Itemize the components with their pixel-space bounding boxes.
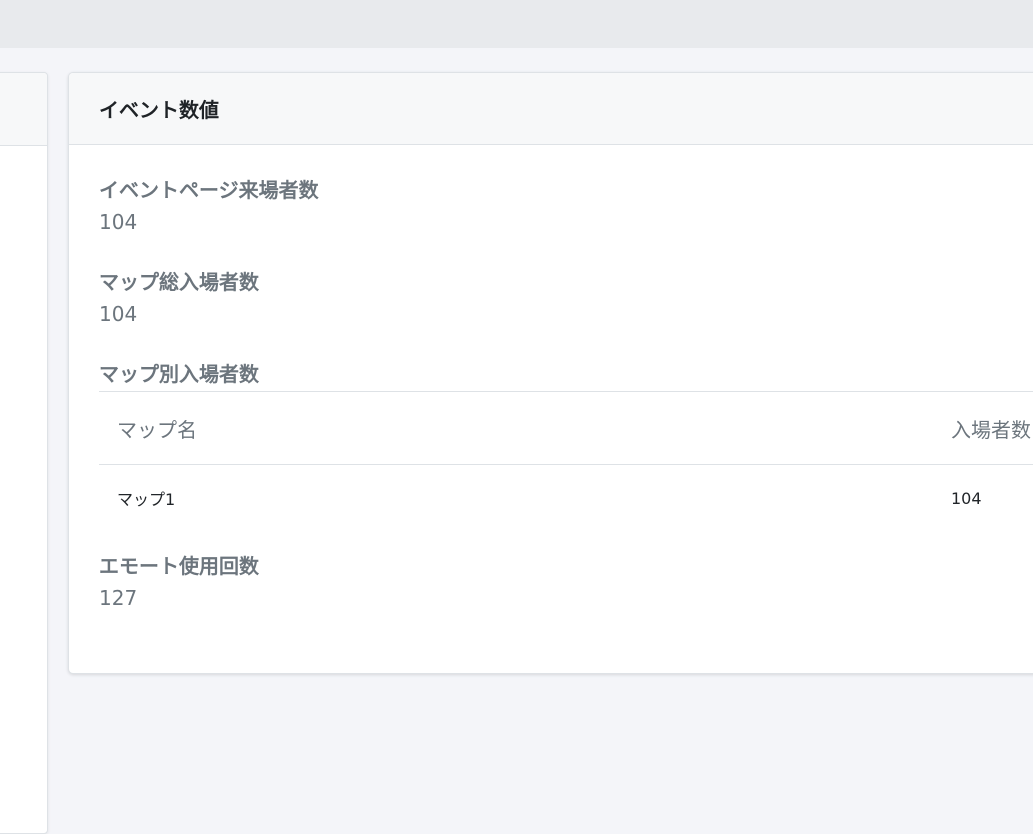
stat-label: マップ総入場者数: [99, 270, 259, 294]
event-stats-card: イベント数値 イベントページ来場者数 104 マップ総入場者数 104 マップ別…: [68, 72, 1033, 674]
card-header: イベント数値: [69, 73, 1033, 145]
stat-label: エモート使用回数: [99, 554, 259, 578]
stat-label: イベントページ来場者数: [99, 178, 319, 202]
column-header-entries: 入場者数: [933, 391, 1033, 465]
stat-value: 127: [99, 586, 138, 610]
cell-map-name: マップ1: [117, 490, 176, 509]
stat-map-entries-by-map: マップ別入場者数 マップ名 入場者数 マップ1 104: [99, 359, 1033, 531]
left-panel-header: [0, 73, 47, 146]
stat-event-page-visitors: イベントページ来場者数 104: [99, 175, 1033, 235]
top-bar: [0, 0, 1033, 48]
stat-emote-uses: エモート使用回数 127: [99, 551, 1033, 611]
stat-map-total-entries: マップ総入場者数 104: [99, 267, 1033, 327]
map-entries-table: マップ名 入場者数 マップ1 104: [99, 391, 1033, 531]
stat-value: 104: [99, 210, 138, 234]
card-body: イベントページ来場者数 104 マップ総入場者数 104 マップ別入場者数 マッ…: [69, 145, 1033, 611]
left-panel: [0, 72, 48, 834]
stat-value: 104: [99, 302, 138, 326]
column-header-map-name: マップ名: [99, 391, 933, 465]
card-title: イベント数値: [99, 98, 219, 122]
stat-label: マップ別入場者数: [99, 362, 259, 386]
table-header-row: マップ名 入場者数: [99, 391, 1033, 465]
table-row: マップ1 104: [99, 465, 1033, 532]
cell-entries: 104: [951, 488, 982, 508]
